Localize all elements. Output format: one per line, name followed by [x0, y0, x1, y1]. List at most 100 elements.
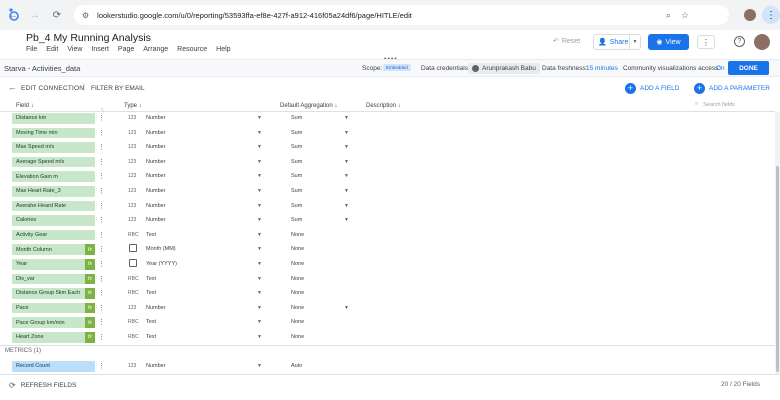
chevron-down-icon[interactable]: ▼: [257, 232, 262, 238]
chevron-down-icon[interactable]: ▼: [257, 217, 262, 223]
menu-edit[interactable]: Edit: [46, 46, 58, 53]
chevron-down-icon[interactable]: ▼: [257, 144, 262, 150]
chevron-down-icon[interactable]: ▼: [257, 203, 262, 209]
chevron-down-icon[interactable]: ▼: [257, 334, 262, 340]
chevron-down-icon[interactable]: ▼: [344, 173, 349, 179]
dimension-chip[interactable]: Average Speed m/s: [12, 156, 95, 168]
row-menu-icon[interactable]: ⋮: [98, 289, 105, 297]
row-menu-icon[interactable]: ⋮: [98, 231, 105, 239]
type-select[interactable]: Text: [146, 319, 156, 325]
aggregation-select[interactable]: Sum: [291, 173, 302, 179]
field-row[interactable]: Distance Group 5km Each fx ⋮ RBC Text ▼ None: [0, 288, 775, 303]
dimension-chip[interactable]: Averahe Heard Rate: [12, 200, 95, 212]
type-select[interactable]: Number: [146, 203, 166, 209]
edit-connection-button[interactable]: EDIT CONNECTION: [21, 85, 84, 92]
type-select[interactable]: Text: [146, 334, 156, 340]
calculated-field-icon[interactable]: fx: [85, 317, 95, 328]
menu-view[interactable]: View: [67, 46, 82, 53]
community-access-value[interactable]: On: [716, 65, 725, 72]
type-select[interactable]: Number: [146, 217, 166, 223]
type-select[interactable]: Text: [146, 290, 156, 296]
row-menu-icon[interactable]: ⋮: [98, 245, 105, 253]
metric-chip[interactable]: Record Count: [12, 361, 95, 372]
bookmark-star-icon[interactable]: ☆: [681, 10, 689, 21]
field-row[interactable]: Month Column fx ⋮ Month (MM) ▼ None: [0, 244, 775, 259]
menu-help[interactable]: Help: [216, 46, 230, 53]
zoom-icon[interactable]: ⌕: [666, 10, 671, 21]
menu-resource[interactable]: Resource: [177, 46, 207, 53]
aggregation-select[interactable]: Sum: [291, 130, 302, 136]
field-row[interactable]: Year fx ⋮ Year (YYYY) ▼ None: [0, 259, 775, 274]
field-row[interactable]: Activity Gear ⋮ RBC Text ▼ None: [0, 229, 775, 245]
done-button[interactable]: DONE: [728, 61, 769, 75]
row-menu-icon[interactable]: ⋮: [98, 172, 105, 180]
type-select[interactable]: Number: [146, 173, 166, 179]
chevron-down-icon[interactable]: ▼: [344, 144, 349, 150]
chevron-down-icon[interactable]: ▼: [344, 217, 349, 223]
calculated-field-icon[interactable]: fx: [85, 259, 95, 270]
aggregation-select[interactable]: Sum: [291, 217, 302, 223]
aggregation-select[interactable]: Sum: [291, 144, 302, 150]
row-menu-icon[interactable]: ⋮: [98, 304, 105, 312]
row-menu-icon[interactable]: ⋮: [98, 143, 105, 151]
field-row[interactable]: Max Heart Rate_3 ⋮ 123 Number ▼ Sum ▼: [0, 186, 775, 201]
row-menu-icon[interactable]: ⋮: [98, 362, 105, 370]
chevron-down-icon[interactable]: ▼: [257, 159, 262, 165]
field-row[interactable]: Pace Group km/min fx ⋮ RBC Text ▼ None: [0, 317, 775, 332]
type-select[interactable]: Number: [146, 159, 166, 165]
aggregation-select[interactable]: Sum: [291, 203, 302, 209]
url-text[interactable]: lookerstudio.google.com/u/0/reporting/53…: [97, 11, 412, 20]
browser-profile-avatar[interactable]: [744, 9, 756, 21]
view-button[interactable]: ◉ View: [648, 34, 689, 50]
row-menu-icon[interactable]: ⋮: [98, 129, 105, 137]
dimension-chip[interactable]: Activity Gear: [12, 229, 95, 241]
scrollbar-thumb[interactable]: [776, 166, 779, 372]
chevron-down-icon[interactable]: ▼: [344, 203, 349, 209]
chevron-down-icon[interactable]: ▼: [257, 246, 262, 252]
chevron-down-icon[interactable]: ▼: [257, 319, 262, 325]
dimension-chip[interactable]: Max Speed m/s: [12, 142, 95, 153]
chevron-down-icon[interactable]: ▼: [257, 115, 262, 121]
field-row[interactable]: Average Speed m/s ⋮ 123 Number ▼ Sum ▼: [0, 156, 775, 172]
dimension-chip[interactable]: Year fx: [12, 259, 95, 270]
chevron-down-icon[interactable]: ▼: [257, 290, 262, 296]
menu-arrange[interactable]: Arrange: [143, 46, 168, 53]
field-row[interactable]: Moving Time min ⋮ 123 Number ▼ Sum ▼: [0, 127, 775, 143]
dimension-chip[interactable]: Month Column fx: [12, 244, 95, 255]
back-arrow-icon[interactable]: ←: [8, 82, 17, 92]
aggregation-select[interactable]: None: [291, 305, 304, 311]
dimension-chip[interactable]: Elevation Gain m: [12, 171, 95, 182]
field-row[interactable]: Calories ⋮ 123 Number ▼ Sum ▼: [0, 215, 775, 230]
forward-arrow-icon[interactable]: →: [28, 8, 42, 22]
browser-menu-icon[interactable]: ⋮: [762, 6, 780, 24]
dimension-chip[interactable]: Moving Time min: [12, 127, 95, 139]
menu-insert[interactable]: Insert: [91, 46, 109, 53]
type-select[interactable]: Number: [146, 305, 166, 311]
type-select[interactable]: Number: [146, 363, 166, 369]
chevron-down-icon[interactable]: ▼: [257, 130, 262, 136]
type-select[interactable]: Text: [146, 276, 156, 282]
chevron-down-icon[interactable]: ▼: [257, 276, 262, 282]
field-row[interactable]: Elevation Gain m ⋮ 123 Number ▼ Sum ▼: [0, 171, 775, 186]
column-header-aggregation[interactable]: Default Aggregation ↓: [280, 103, 337, 109]
chevron-down-icon[interactable]: ▼: [257, 261, 262, 267]
datasource-name[interactable]: Starva - Activities_data: [4, 64, 80, 73]
chevron-down-icon[interactable]: ▼: [257, 305, 262, 311]
chevron-down-icon[interactable]: ▼: [344, 305, 349, 311]
credentials-user-chip[interactable]: Arunprakash Babu: [468, 63, 540, 74]
share-button[interactable]: 👤 Share ▼: [593, 34, 641, 50]
chevron-down-icon[interactable]: ▼: [344, 159, 349, 165]
menu-file[interactable]: File: [26, 46, 37, 53]
help-icon[interactable]: ?: [734, 36, 745, 47]
reload-icon[interactable]: ⟳: [50, 8, 64, 22]
type-select[interactable]: Number: [146, 130, 166, 136]
type-select[interactable]: Number: [146, 188, 166, 194]
calculated-field-icon[interactable]: fx: [85, 302, 95, 314]
search-fields-input[interactable]: ⌕ Search fields: [695, 101, 735, 108]
field-row[interactable]: Max Speed m/s ⋮ 123 Number ▼ Sum ▼: [0, 142, 775, 157]
dimension-chip[interactable]: Pace Group km/min fx: [12, 317, 95, 328]
site-info-icon[interactable]: ⚙: [82, 11, 89, 20]
filter-by-email-button[interactable]: FILTER BY EMAIL: [91, 85, 145, 92]
calculated-field-icon[interactable]: fx: [85, 244, 95, 255]
chevron-down-icon[interactable]: ▼: [344, 130, 349, 136]
